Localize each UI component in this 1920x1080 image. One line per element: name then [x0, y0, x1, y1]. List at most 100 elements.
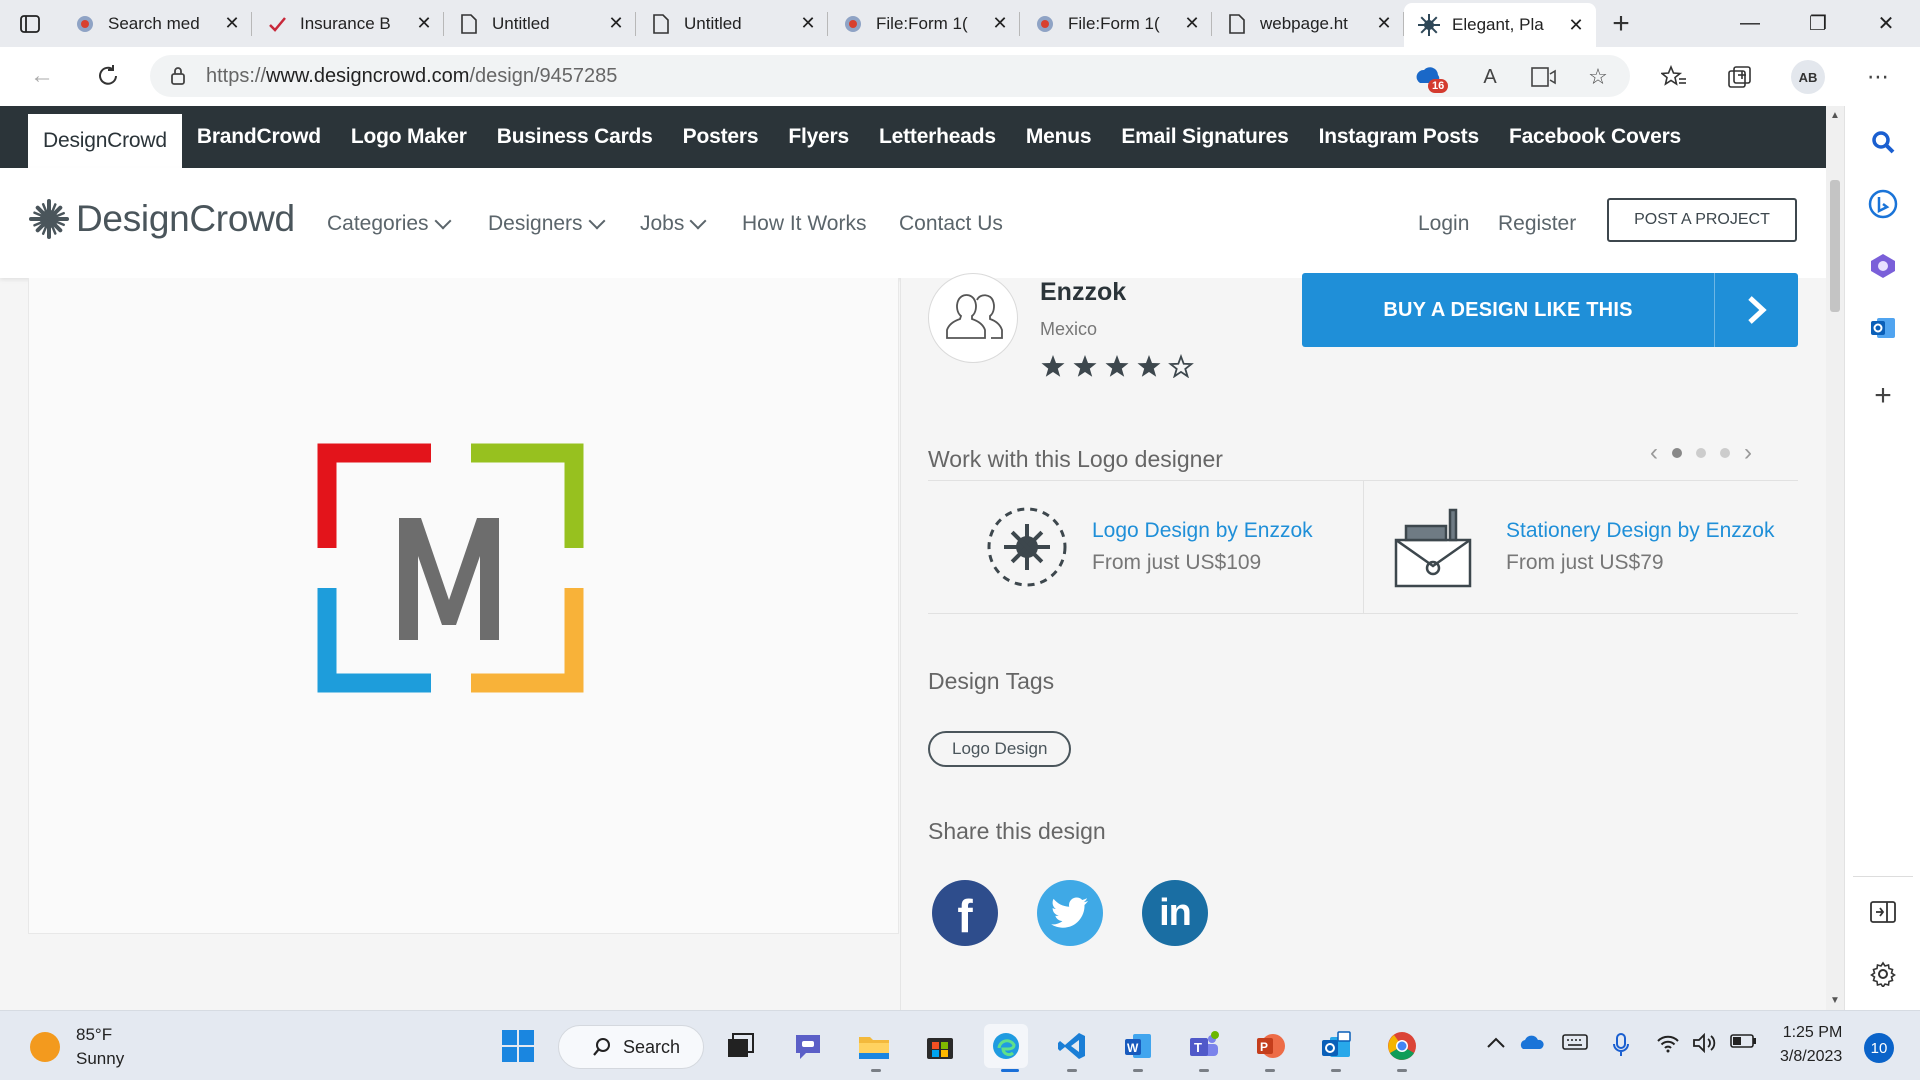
onedrive-icon[interactable]	[1518, 1033, 1546, 1056]
immersive-reader-icon[interactable]	[1524, 57, 1564, 97]
file-explorer-icon[interactable]	[852, 1024, 896, 1068]
designer-name[interactable]: Enzzok	[1040, 278, 1126, 307]
login-link[interactable]: Login	[1418, 212, 1469, 236]
scroll-down-arrow[interactable]: ▼	[1826, 995, 1844, 1006]
keyboard-icon[interactable]	[1562, 1033, 1588, 1056]
close-icon[interactable]: ✕	[222, 13, 242, 34]
nav-item-instagram-posts[interactable]: Instagram Posts	[1304, 106, 1494, 168]
categories-menu[interactable]: Categories	[327, 212, 452, 236]
bing-chat-icon[interactable]	[1863, 184, 1903, 224]
close-icon[interactable]: ✕	[798, 13, 818, 34]
nav-item-menus[interactable]: Menus	[1011, 106, 1107, 168]
more-menu-icon[interactable]: ⋯	[1858, 57, 1898, 97]
how-it-works-link[interactable]: How It Works	[742, 212, 866, 236]
close-icon[interactable]: ✕	[990, 13, 1010, 34]
copilot-icon[interactable]	[1863, 246, 1903, 286]
designcrowd-logo[interactable]: DesignCrowd	[28, 198, 295, 240]
nav-item-business-cards[interactable]: Business Cards	[482, 106, 668, 168]
register-link[interactable]: Register	[1498, 212, 1576, 236]
show-hidden-icons-chevron[interactable]	[1486, 1033, 1506, 1054]
close-icon[interactable]: ✕	[1374, 13, 1394, 34]
task-view-icon[interactable]	[718, 1024, 762, 1068]
contact-us-link[interactable]: Contact Us	[899, 212, 1003, 236]
back-button[interactable]: ←	[16, 56, 68, 96]
service-link[interactable]: Stationery Design by Enzzok	[1506, 519, 1774, 543]
chevron-right-icon[interactable]: ›	[1744, 439, 1752, 467]
carousel-dot[interactable]	[1696, 448, 1706, 458]
post-project-button[interactable]: POST A PROJECT	[1607, 198, 1797, 242]
nav-item-letterheads[interactable]: Letterheads	[864, 106, 1011, 168]
browser-tab[interactable]: Untitled ✕	[636, 0, 828, 47]
teams-icon[interactable]: T	[1182, 1024, 1226, 1068]
jobs-menu[interactable]: Jobs	[640, 212, 707, 236]
profile-button[interactable]: AB	[1788, 57, 1828, 97]
lock-icon[interactable]	[150, 66, 206, 86]
browser-tab[interactable]: File:Form 1( ✕	[828, 0, 1020, 47]
collections-icon[interactable]	[1720, 57, 1760, 97]
hide-sidebar-icon[interactable]	[1863, 892, 1903, 932]
nav-item-brandcrowd[interactable]: BrandCrowd	[182, 106, 336, 168]
outlook-icon[interactable]	[1863, 308, 1903, 348]
new-tab-button[interactable]: +	[1596, 7, 1646, 41]
nav-item-email-signatures[interactable]: Email Signatures	[1106, 106, 1303, 168]
word-icon[interactable]: W	[1116, 1024, 1160, 1068]
add-sidebar-app-icon[interactable]: +	[1863, 376, 1903, 416]
tab-actions-icon[interactable]	[0, 0, 60, 47]
favorites-icon[interactable]	[1654, 57, 1694, 97]
search-icon[interactable]	[1863, 122, 1903, 162]
battery-icon[interactable]	[1730, 1033, 1758, 1054]
add-favorite-icon[interactable]: ☆	[1578, 57, 1618, 97]
browser-tab[interactable]: webpage.ht ✕	[1212, 0, 1404, 47]
notification-badge[interactable]: 10	[1864, 1033, 1894, 1063]
nav-item-posters[interactable]: Posters	[668, 106, 774, 168]
carousel-dot[interactable]	[1672, 448, 1682, 458]
twitter-share-button[interactable]	[1037, 880, 1103, 946]
nav-item-facebook-covers[interactable]: Facebook Covers	[1494, 106, 1696, 168]
browser-tab[interactable]: Search med ✕	[60, 0, 252, 47]
gear-icon[interactable]	[1863, 954, 1903, 994]
refresh-button[interactable]	[82, 56, 134, 96]
windows-start-icon[interactable]	[496, 1024, 540, 1068]
close-icon[interactable]: ✕	[1566, 15, 1586, 36]
microsoft-store-icon[interactable]	[918, 1024, 962, 1068]
close-window-button[interactable]: ✕	[1852, 0, 1920, 47]
close-icon[interactable]: ✕	[606, 13, 626, 34]
volume-icon[interactable]	[1692, 1032, 1718, 1058]
microphone-icon[interactable]	[1612, 1033, 1630, 1062]
service-link[interactable]: Logo Design by Enzzok	[1092, 519, 1313, 543]
chrome-icon[interactable]	[1380, 1024, 1424, 1068]
browser-tab[interactable]: Untitled ✕	[444, 0, 636, 47]
buy-design-button[interactable]: BUY A DESIGN LIKE THIS	[1302, 273, 1798, 347]
outlook-icon[interactable]	[1314, 1024, 1358, 1068]
edge-browser-icon[interactable]	[984, 1024, 1028, 1068]
nav-item-designcrowd[interactable]: DesignCrowd	[28, 114, 182, 168]
taskbar-clock[interactable]: 1:25 PM 3/8/2023	[1780, 1021, 1842, 1069]
powerpoint-icon[interactable]: P	[1248, 1024, 1292, 1068]
close-icon[interactable]: ✕	[1182, 13, 1202, 34]
vscode-icon[interactable]	[1050, 1024, 1094, 1068]
chevron-left-icon[interactable]: ‹	[1650, 439, 1658, 467]
service-logo-design[interactable]: Logo Design by Enzzok From just US$109	[982, 481, 1313, 613]
service-stationery-design[interactable]: Stationery Design by Enzzok From just US…	[1392, 481, 1774, 613]
scrollbar-thumb[interactable]	[1830, 180, 1840, 312]
browser-tab-active[interactable]: Elegant, Pla ✕	[1404, 3, 1596, 47]
taskbar-search[interactable]: Search	[558, 1025, 704, 1069]
tag-logo-design[interactable]: Logo Design	[928, 731, 1072, 767]
minimize-button[interactable]: —	[1716, 0, 1784, 47]
nav-item-flyers[interactable]: Flyers	[773, 106, 864, 168]
designers-menu[interactable]: Designers	[488, 212, 606, 236]
carousel-dot[interactable]	[1720, 448, 1730, 458]
nav-item-logo-maker[interactable]: Logo Maker	[336, 106, 482, 168]
browser-tab[interactable]: File:Form 1( ✕	[1020, 0, 1212, 47]
restore-button[interactable]: ❐	[1784, 0, 1852, 47]
linkedin-share-button[interactable]: in	[1142, 880, 1208, 946]
close-icon[interactable]: ✕	[414, 13, 434, 34]
scroll-up-arrow[interactable]: ▲	[1826, 110, 1844, 121]
designer-avatar[interactable]	[928, 273, 1018, 363]
browser-tab[interactable]: Insurance B ✕	[252, 0, 444, 47]
wifi-icon[interactable]	[1656, 1033, 1680, 1058]
read-aloud-icon[interactable]: A	[1470, 57, 1510, 97]
weather-widget[interactable]: 85°F Sunny	[30, 1023, 124, 1071]
page-scrollbar[interactable]: ▲ ▼	[1826, 106, 1844, 1010]
facebook-share-button[interactable]: f	[932, 880, 998, 946]
